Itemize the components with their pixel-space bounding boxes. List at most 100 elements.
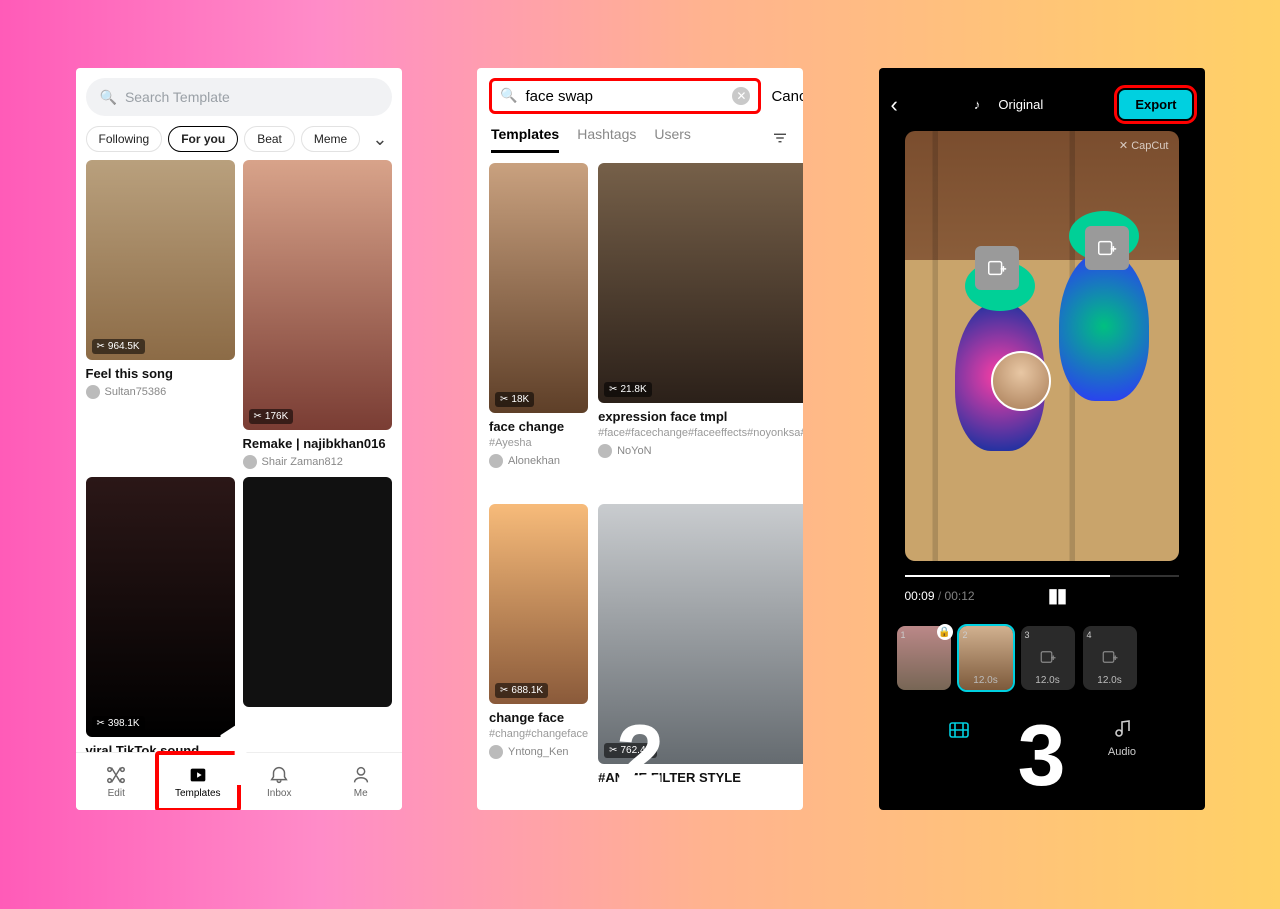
- search-input-wrapper[interactable]: ✕: [489, 78, 761, 114]
- tab-chips-row: Following For you Beat Meme: [76, 126, 402, 160]
- template-card[interactable]: 398.1K viral TikTok sound: [86, 477, 235, 752]
- nav-label: Me: [354, 788, 368, 799]
- audio-icon: [1110, 718, 1134, 742]
- search-template-bar[interactable]: Search Template: [86, 78, 392, 116]
- avatar: [489, 745, 503, 759]
- search-header: ✕ Cancel: [477, 68, 803, 120]
- screen-templates-home: Search Template Following For you Beat M…: [76, 68, 402, 810]
- tab-audio[interactable]: Audio: [1108, 718, 1136, 758]
- clip-thumb[interactable]: 1 🔒: [897, 626, 951, 690]
- screen-editor-export: ‹ ♪ Original Export ✕ CapCut 00:09 / 00:…: [879, 68, 1205, 810]
- add-clip-icon: [1101, 648, 1119, 666]
- clip-index: 3: [1025, 630, 1030, 640]
- clip-duration: 12.0s: [973, 675, 997, 686]
- add-media-icon[interactable]: [1085, 226, 1129, 270]
- scissor-icon: [500, 685, 508, 696]
- avatar: [243, 455, 257, 469]
- lock-icon: 🔒: [937, 624, 953, 640]
- inbox-icon: [268, 764, 290, 786]
- back-icon[interactable]: ‹: [891, 92, 898, 118]
- clip-thumb[interactable]: 4 12.0s: [1083, 626, 1137, 690]
- video-preview[interactable]: ✕ CapCut: [905, 131, 1179, 561]
- usage-count: 688.1K: [511, 685, 543, 696]
- cancel-button[interactable]: Cancel: [771, 88, 803, 105]
- usage-count: 21.8K: [620, 384, 646, 395]
- scissor-icon: [97, 718, 105, 729]
- template-card[interactable]: 688.1K change face #chang#changeface Ynt…: [489, 504, 588, 810]
- chip-following[interactable]: Following: [86, 126, 163, 152]
- avatar: [489, 454, 503, 468]
- card-title: expression face tmpl: [598, 409, 803, 424]
- nav-label: Inbox: [267, 788, 291, 799]
- templates-icon: [187, 764, 209, 786]
- card-title: Remake | najibkhan016: [243, 436, 392, 451]
- avatar: [86, 385, 100, 399]
- clips-row: 1 🔒 2 12.0s 3 12.0s 4 12.0s: [879, 614, 1205, 702]
- usage-badge: 21.8K: [604, 382, 652, 397]
- step-number: 3: [1018, 707, 1066, 806]
- avatar: [598, 444, 612, 458]
- chip-for-you[interactable]: For you: [168, 126, 238, 152]
- progress-bar[interactable]: [905, 575, 1179, 577]
- card-hashtags: #face#facechange#faceeffects#noyonksa#fa…: [598, 426, 803, 440]
- search-input[interactable]: [525, 88, 724, 105]
- card-author: Alonekhan: [489, 454, 588, 468]
- template-card[interactable]: 964.5K Feel this song Sultan75386: [86, 160, 235, 469]
- export-button[interactable]: Export: [1119, 90, 1192, 119]
- usage-count: 176K: [265, 411, 288, 422]
- scissor-icon: [254, 411, 262, 422]
- usage-badge: 398.1K: [92, 716, 145, 731]
- filter-icon[interactable]: [771, 129, 789, 150]
- card-hashtags: #Ayesha: [489, 436, 588, 450]
- nav-edit[interactable]: Edit: [76, 753, 158, 810]
- tab-templates[interactable]: Templates: [491, 126, 559, 153]
- templates-grid: 964.5K Feel this song Sultan75386 176K R…: [76, 160, 402, 752]
- template-card[interactable]: 176K Remake | najibkhan016 Shair Zaman81…: [243, 160, 392, 469]
- tab-hashtags[interactable]: Hashtags: [577, 126, 636, 153]
- nav-label: Edit: [108, 788, 125, 799]
- nav-me[interactable]: Me: [320, 753, 402, 810]
- clip-thumb[interactable]: 2 12.0s: [959, 626, 1013, 690]
- usage-count: 398.1K: [108, 718, 140, 729]
- card-author: Sultan75386: [86, 385, 235, 399]
- clip-index: 2: [963, 630, 968, 640]
- clip-thumb[interactable]: 3 12.0s: [1021, 626, 1075, 690]
- usage-badge: 18K: [495, 392, 534, 407]
- search-placeholder: Search Template: [125, 89, 230, 105]
- tab-video[interactable]: [947, 718, 971, 758]
- card-author: Shair Zaman812: [243, 455, 392, 469]
- clear-search-icon[interactable]: ✕: [732, 87, 750, 105]
- figure-right: [1059, 251, 1149, 401]
- card-author: NoYoN: [598, 444, 803, 458]
- add-clip-icon: [1039, 648, 1057, 666]
- card-author: Yntong_Ken: [489, 745, 588, 759]
- template-card[interactable]: [243, 477, 392, 752]
- usage-count: 964.5K: [108, 341, 140, 352]
- chip-meme[interactable]: Meme: [301, 126, 360, 152]
- add-media-icon[interactable]: [975, 246, 1019, 290]
- template-card[interactable]: 21.8K expression face tmpl #face#facecha…: [598, 163, 803, 494]
- search-tabs: Templates Hashtags Users: [477, 120, 803, 153]
- card-title: Feel this song: [86, 366, 235, 381]
- template-card[interactable]: 18K face change #Ayesha Alonekhan: [489, 163, 588, 494]
- usage-badge: 964.5K: [92, 339, 145, 354]
- editor-header: ‹ ♪ Original Export: [879, 68, 1205, 131]
- template-thumb: 398.1K: [86, 477, 235, 737]
- tab-users[interactable]: Users: [654, 126, 691, 153]
- edit-icon: [105, 764, 127, 786]
- scissor-icon: [609, 384, 617, 395]
- music-icon[interactable]: ♪: [974, 97, 981, 112]
- author-name: Shair Zaman812: [262, 456, 343, 468]
- swapped-face: [991, 351, 1051, 411]
- time-current: 00:09: [905, 589, 935, 603]
- clip-index: 1: [901, 630, 906, 640]
- chip-beat[interactable]: Beat: [244, 126, 295, 152]
- step-number: 1: [215, 707, 263, 806]
- clip-duration: 12.0s: [1035, 675, 1059, 686]
- card-title: face change: [489, 419, 588, 434]
- chips-more-icon[interactable]: [372, 129, 391, 150]
- pause-icon[interactable]: ▮▮: [1048, 583, 1066, 608]
- video-icon: [947, 718, 971, 742]
- author-name: Alonekhan: [508, 455, 560, 467]
- author-name: Sultan75386: [105, 386, 167, 398]
